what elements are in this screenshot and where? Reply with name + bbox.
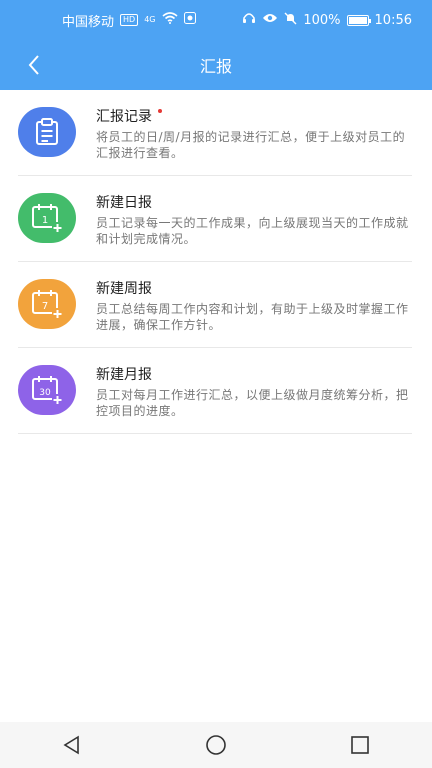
calendar-add-icon: 7 bbox=[32, 290, 63, 319]
system-nav-bar bbox=[0, 722, 432, 768]
menu-item-title: 汇报记录 bbox=[96, 107, 162, 127]
chevron-left-icon bbox=[28, 55, 39, 75]
clipboard-icon bbox=[36, 118, 58, 145]
daily-icon-bg: 1 bbox=[18, 193, 76, 243]
clock: 10:56 bbox=[374, 12, 412, 28]
menu-item-title: 新建周报 bbox=[96, 281, 152, 297]
menu-item-new-monthly[interactable]: 30 新建月报 员工对每月工作进行汇总，以便上级做月度统筹分析，把控项目的进度。 bbox=[0, 348, 432, 434]
hd-badge: HD bbox=[120, 14, 139, 26]
menu-item-desc: 将员工的日/周/月报的记录进行汇总，便于上级对员工的汇报进行查看。 bbox=[96, 130, 406, 160]
calendar-add-icon: 1 bbox=[32, 204, 63, 233]
unread-dot bbox=[158, 109, 162, 113]
page-title: 汇报 bbox=[199, 57, 232, 76]
menu-item-new-weekly[interactable]: 7 新建周报 员工总结每周工作内容和计划，有助于上级及时掌握工作进展，确保工作方… bbox=[0, 262, 432, 348]
mute-icon bbox=[284, 12, 297, 29]
system-recents-button[interactable] bbox=[340, 725, 380, 765]
app-header: 中国移动 HD 4G 100% 10:56 汇报 bbox=[0, 0, 432, 90]
status-right: 100% 10:56 bbox=[242, 12, 412, 29]
report-records-icon-bg bbox=[18, 107, 76, 157]
system-home-button[interactable] bbox=[196, 725, 236, 765]
svg-text:1: 1 bbox=[42, 215, 48, 226]
menu-item-desc: 员工总结每周工作内容和计划，有助于上级及时掌握工作进展，确保工作方针。 bbox=[96, 302, 409, 332]
status-bar: 中国移动 HD 4G 100% 10:56 bbox=[0, 0, 432, 40]
menu-item-title: 新建日报 bbox=[96, 195, 152, 211]
calendar-add-icon: 30 bbox=[32, 376, 63, 405]
circle-home-icon bbox=[206, 735, 226, 755]
nav-bar: 汇报 bbox=[0, 40, 432, 90]
status-left: 中国移动 HD 4G bbox=[62, 11, 196, 30]
menu-item-report-records[interactable]: 汇报记录 将员工的日/周/月报的记录进行汇总，便于上级对员工的汇报进行查看。 bbox=[0, 90, 432, 176]
menu-item-new-daily[interactable]: 1 新建日报 员工记录每一天的工作成果，向上级展现当天的工作成就和计划完成情况。 bbox=[0, 176, 432, 262]
shield-app-icon bbox=[183, 12, 196, 28]
svg-text:7: 7 bbox=[42, 301, 48, 312]
carrier-label: 中国移动 bbox=[62, 14, 115, 30]
system-back-button[interactable] bbox=[52, 725, 92, 765]
weekly-icon-bg: 7 bbox=[18, 279, 76, 329]
report-menu: 汇报记录 将员工的日/周/月报的记录进行汇总，便于上级对员工的汇报进行查看。 1… bbox=[0, 90, 432, 434]
network-label: 4G bbox=[144, 15, 156, 24]
battery-percent: 100% bbox=[303, 12, 341, 28]
menu-item-desc: 员工对每月工作进行汇总，以便上级做月度统筹分析，把控项目的进度。 bbox=[96, 388, 409, 418]
menu-item-title: 新建月报 bbox=[96, 367, 152, 383]
triangle-back-icon bbox=[63, 735, 79, 755]
monthly-icon-bg: 30 bbox=[18, 365, 76, 415]
menu-item-desc: 员工记录每一天的工作成果，向上级展现当天的工作成就和计划完成情况。 bbox=[96, 216, 409, 246]
eye-icon bbox=[262, 12, 278, 28]
back-button[interactable] bbox=[18, 50, 50, 80]
svg-text:30: 30 bbox=[39, 388, 51, 398]
battery-icon bbox=[346, 14, 371, 26]
wifi-icon bbox=[161, 12, 178, 28]
headphones-icon bbox=[242, 12, 256, 28]
square-recents-icon bbox=[351, 736, 369, 754]
